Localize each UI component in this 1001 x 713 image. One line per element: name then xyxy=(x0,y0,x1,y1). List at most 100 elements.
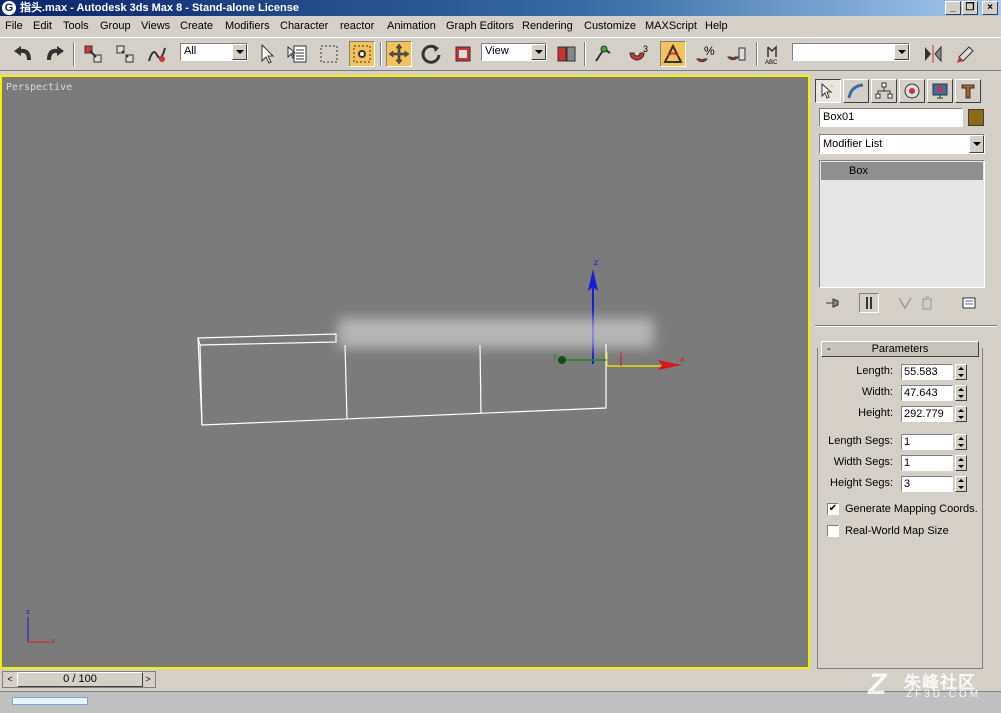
unlink-selection-icon[interactable] xyxy=(112,41,138,67)
select-object-icon[interactable] xyxy=(254,41,280,67)
track-bar[interactable] xyxy=(0,691,1001,713)
align-icon[interactable] xyxy=(953,41,979,67)
width-field[interactable]: 47.643 xyxy=(901,385,953,401)
menu-maxscript[interactable]: MAXScript xyxy=(645,19,697,33)
tab-utilities[interactable] xyxy=(955,79,981,103)
generate-mapping-checkbox[interactable]: ✔ xyxy=(827,503,839,515)
modifier-list-dropdown[interactable]: Modifier List xyxy=(819,134,985,154)
height-label: Height: xyxy=(858,407,893,419)
width-segs-spinner[interactable] xyxy=(955,455,967,471)
menu-character[interactable]: Character xyxy=(280,19,328,33)
select-and-link-icon[interactable] xyxy=(80,41,106,67)
menu-customize[interactable]: Customize xyxy=(584,19,636,33)
percent-snap-icon[interactable]: % xyxy=(692,41,718,67)
select-and-manipulate-icon[interactable] xyxy=(590,41,616,67)
bind-to-space-warp-icon[interactable] xyxy=(144,41,170,67)
select-and-move-icon[interactable] xyxy=(386,41,412,67)
menu-help[interactable]: Help xyxy=(705,19,728,33)
spinner-snap-icon[interactable] xyxy=(723,41,749,67)
undo-icon[interactable] xyxy=(10,41,36,67)
toolbar-separator xyxy=(73,42,75,66)
select-by-name-icon[interactable] xyxy=(284,41,310,67)
object-color-swatch[interactable] xyxy=(968,109,984,126)
main-toolbar: All View 3 % ABC xyxy=(0,37,1001,71)
height-spinner[interactable] xyxy=(955,406,967,422)
gizmo-z-label: z xyxy=(594,258,598,267)
menu-views[interactable]: Views xyxy=(141,19,170,33)
remove-modifier-icon[interactable] xyxy=(917,293,937,313)
menu-tools[interactable]: Tools xyxy=(63,19,89,33)
modifier-list-label: Modifier List xyxy=(823,138,883,150)
time-slider[interactable]: < 0 / 100 > xyxy=(2,671,156,688)
perspective-viewport[interactable]: Perspective z x y z x xyxy=(0,75,810,669)
named-selection-dropdown[interactable] xyxy=(792,43,910,61)
site-watermark: Z 朱峰社区 ZF3D.COM xyxy=(866,665,996,709)
minimize-button[interactable]: _ xyxy=(945,1,961,15)
menu-rendering[interactable]: Rendering xyxy=(522,19,573,33)
menu-bar: File Edit Tools Group Views Create Modif… xyxy=(0,16,1001,36)
mirror-icon[interactable] xyxy=(920,41,946,67)
watermark-url: ZF3D.COM xyxy=(906,689,982,700)
chevron-down-icon[interactable] xyxy=(531,44,546,60)
use-pivot-center-icon[interactable] xyxy=(553,41,579,67)
length-field[interactable]: 55.583 xyxy=(901,364,953,380)
snaps-toggle-icon[interactable]: 3 xyxy=(626,41,652,67)
stack-item-box[interactable]: Box xyxy=(821,162,983,180)
modifier-stack[interactable]: Box xyxy=(819,160,985,288)
menu-create[interactable]: Create xyxy=(180,19,213,33)
real-world-map-label: Real-World Map Size xyxy=(845,525,949,537)
selection-filter-dropdown[interactable]: All xyxy=(180,43,248,61)
height-segs-spinner[interactable] xyxy=(955,476,967,492)
show-end-result-icon[interactable] xyxy=(859,293,879,313)
object-name-field[interactable]: Box01 xyxy=(819,108,963,127)
menu-graph-editors[interactable]: Graph Editors xyxy=(446,19,514,33)
menu-file[interactable]: File xyxy=(5,19,23,33)
pin-stack-icon[interactable] xyxy=(823,293,843,313)
rollout-collapse-icon[interactable]: - xyxy=(827,342,831,356)
length-segs-field[interactable]: 1 xyxy=(901,434,953,450)
chevron-down-icon[interactable] xyxy=(969,135,984,153)
next-frame-button[interactable]: > xyxy=(142,673,154,686)
menu-group[interactable]: Group xyxy=(100,19,131,33)
menu-modifiers[interactable]: Modifiers xyxy=(225,19,270,33)
rectangular-selection-icon[interactable] xyxy=(316,41,342,67)
width-segs-param: Width Segs: 1 xyxy=(813,455,983,471)
real-world-map-checkbox[interactable] xyxy=(827,525,839,537)
make-unique-icon[interactable] xyxy=(895,293,915,313)
window-crossing-icon[interactable] xyxy=(349,41,375,67)
select-and-scale-icon[interactable] xyxy=(450,41,476,67)
length-segs-param: Length Segs: 1 xyxy=(813,434,983,450)
chevron-down-icon[interactable] xyxy=(894,44,909,60)
configure-modifier-sets-icon[interactable] xyxy=(959,293,979,313)
gizmo-x-label: x xyxy=(680,355,685,364)
prev-frame-button[interactable]: < xyxy=(4,673,16,686)
rollout-title: Parameters xyxy=(871,343,929,355)
tab-hierarchy[interactable] xyxy=(871,79,897,103)
menu-reactor[interactable]: reactor xyxy=(340,19,374,33)
redo-icon[interactable] xyxy=(42,41,68,67)
width-segs-field[interactable]: 1 xyxy=(901,455,953,471)
edit-named-selection-icon[interactable]: ABC xyxy=(761,41,787,67)
height-segs-field[interactable]: 3 xyxy=(901,476,953,492)
svg-text:3: 3 xyxy=(643,44,648,54)
tab-display[interactable] xyxy=(927,79,953,103)
width-spinner[interactable] xyxy=(955,385,967,401)
reference-coord-dropdown[interactable]: View xyxy=(481,43,547,61)
close-button[interactable]: × xyxy=(982,1,998,15)
height-field[interactable]: 292.779 xyxy=(901,406,953,422)
time-slider-thumb[interactable]: 0 / 100 xyxy=(17,672,143,687)
chevron-down-icon[interactable] xyxy=(232,44,247,60)
tab-modify[interactable] xyxy=(843,79,869,103)
move-gizmo[interactable]: z x y xyxy=(553,258,685,370)
tab-motion[interactable] xyxy=(899,79,925,103)
tab-create[interactable] xyxy=(815,79,841,103)
parameters-rollout-header[interactable]: - Parameters xyxy=(821,341,979,357)
length-spinner[interactable] xyxy=(955,364,967,380)
3ds-max-logo-icon[interactable]: G xyxy=(2,1,16,15)
length-segs-spinner[interactable] xyxy=(955,434,967,450)
select-and-rotate-icon[interactable] xyxy=(418,41,444,67)
restore-button[interactable]: ❐ xyxy=(962,1,978,15)
angle-snap-toggle-icon[interactable] xyxy=(660,41,686,67)
menu-animation[interactable]: Animation xyxy=(387,19,436,33)
menu-edit[interactable]: Edit xyxy=(33,19,52,33)
